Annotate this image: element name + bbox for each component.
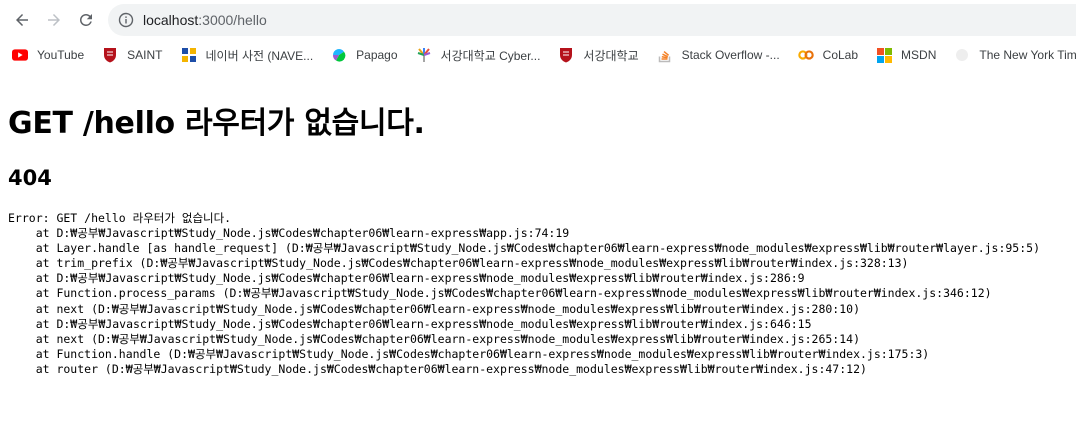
back-button[interactable] [10, 8, 34, 32]
info-icon[interactable] [118, 12, 134, 28]
forward-button[interactable] [42, 8, 66, 32]
bookmark-label: 네이버 사전 (NAVE... [205, 48, 314, 63]
bookmark-label: 서강대학교 Cyber... [440, 48, 541, 63]
cyber-campus-icon [416, 47, 432, 63]
page-title: GET /hello 라우터가 없습니다. [8, 106, 425, 141]
bookmark-sogang[interactable]: 서강대학교 [546, 41, 644, 69]
stack-line: at D:₩공부₩Javascript₩Study_Node.js₩Codes₩… [8, 226, 570, 241]
arrow-left-icon [16, 14, 28, 26]
bookmark-label: 서강대학교 [583, 48, 639, 63]
microsoft-icon [876, 47, 892, 63]
stack-line: at trim_prefix (D:₩공부₩Javascript₩Study_N… [8, 256, 909, 271]
bookmark-label: Papago [356, 48, 398, 62]
stack-line: at Function.process_params (D:₩공부₩Javasc… [8, 286, 992, 301]
stackoverflow-icon [657, 47, 673, 63]
url-text[interactable]: localhost:3000/hello [143, 12, 267, 28]
bookmark-label: Stack Overflow -... [681, 48, 780, 62]
error-stack-trace: Error: GET /hello 라우터가 없습니다. at D:₩공부₩Ja… [8, 211, 1040, 377]
bookmark-label: SAINT [127, 48, 163, 62]
colab-icon [797, 47, 814, 63]
stack-line: at Layer.handle [as handle_request] (D:₩… [8, 241, 1041, 256]
stack-line: at router (D:₩공부₩Javascript₩Study_Node.j… [8, 361, 867, 376]
stack-line: at D:₩공부₩Javascript₩Study_Node.js₩Codes₩… [8, 316, 812, 331]
bookmark-sogang-cyber[interactable]: 서강대학교 Cyber... [404, 41, 547, 69]
url-path: :3000/hello [198, 12, 267, 28]
bookmark-label: The New York Tim... [979, 48, 1076, 62]
bookmark-msdn[interactable]: MSDN [864, 41, 942, 69]
stack-line: at D:₩공부₩Javascript₩Study_Node.js₩Codes₩… [8, 271, 805, 286]
reload-button[interactable] [74, 8, 98, 32]
papago-icon [331, 47, 347, 63]
bookmark-youtube[interactable]: YouTube [0, 41, 90, 69]
stack-line: at next (D:₩공부₩Javascript₩Study_Node.js₩… [8, 331, 860, 346]
bookmark-saint[interactable]: SAINT [90, 41, 168, 69]
arrow-right-icon [48, 14, 60, 26]
naver-dictionary-icon [181, 47, 197, 63]
stack-line: at next (D:₩공부₩Javascript₩Study_Node.js₩… [8, 301, 860, 316]
bookmark-label: YouTube [37, 48, 85, 62]
bookmarks-bar: YouTube SAINT 네이버 사전 (NAVE... Papago 서강대… [0, 40, 1076, 70]
stack-line: Error: GET /hello 라우터가 없습니다. [8, 211, 232, 225]
bookmark-colab[interactable]: CoLab [786, 41, 864, 69]
nyt-icon [954, 47, 970, 63]
bookmark-nyt[interactable]: The New York Tim... [942, 41, 1076, 69]
sogang-shield-icon [102, 47, 118, 63]
browser-toolbar: localhost:3000/hello [0, 0, 1076, 40]
bookmark-papago[interactable]: Papago [319, 41, 403, 69]
bookmark-label: MSDN [901, 48, 937, 62]
bookmark-label: CoLab [822, 48, 859, 62]
address-bar[interactable]: localhost:3000/hello [108, 4, 1076, 36]
bookmark-naver-dictionary[interactable]: 네이버 사전 (NAVE... [169, 41, 320, 69]
stack-line: at Function.handle (D:₩공부₩Javascript₩Stu… [8, 346, 930, 361]
status-code: 404 [8, 166, 52, 190]
sogang-shield-icon [558, 47, 574, 63]
reload-icon [80, 13, 92, 26]
url-host: localhost [143, 12, 199, 28]
bookmark-stack-overflow[interactable]: Stack Overflow -... [645, 41, 786, 69]
youtube-icon [12, 47, 28, 63]
